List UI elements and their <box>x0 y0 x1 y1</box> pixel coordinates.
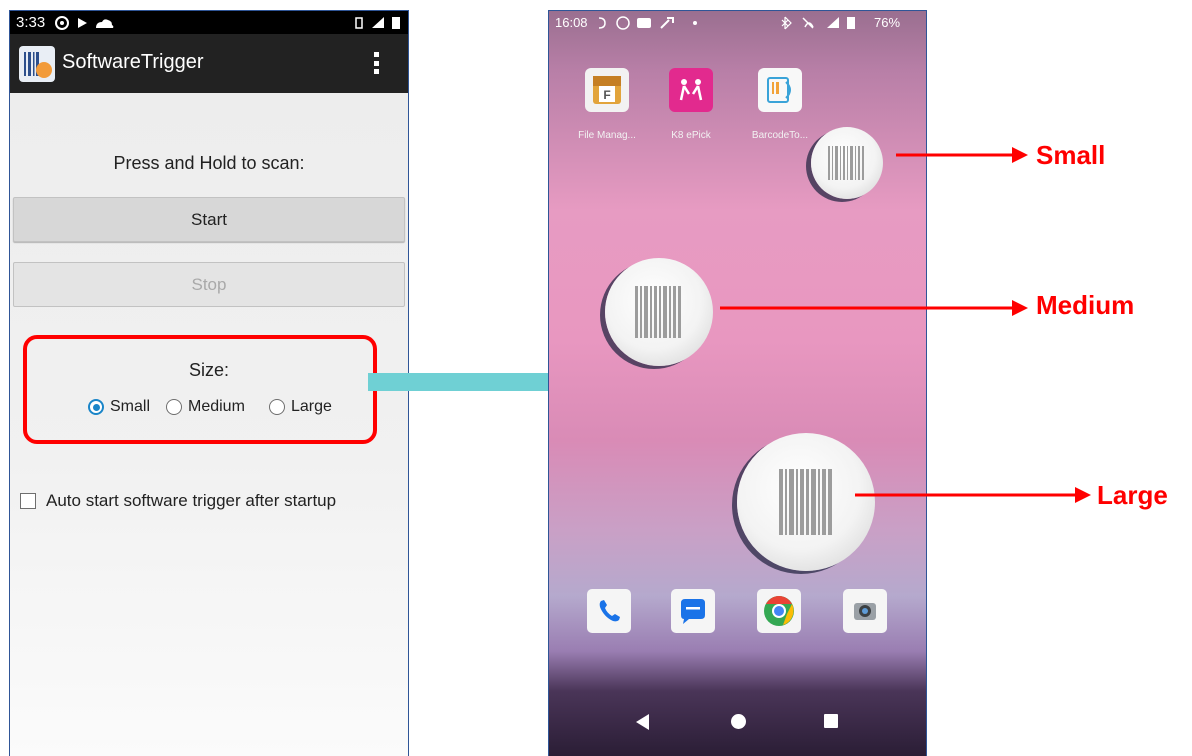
label-large: Large <box>1097 480 1168 510</box>
recents-icon[interactable] <box>824 714 838 728</box>
auto-start-checkbox[interactable] <box>20 493 36 509</box>
status-time: 16:08 <box>555 15 588 30</box>
status-notification-icons <box>55 16 114 30</box>
svg-text:F: F <box>603 88 610 102</box>
arrow-large <box>855 487 1091 503</box>
status-bar: 16:08 76% <box>549 11 926 37</box>
status-time: 3:33 <box>16 14 46 31</box>
arrow-medium <box>720 300 1028 316</box>
messages-icon[interactable] <box>671 589 715 633</box>
k8-epick-icon[interactable] <box>669 68 713 112</box>
back-icon[interactable] <box>635 713 651 731</box>
size-highlight-box <box>23 335 377 444</box>
start-button[interactable]: Start <box>13 197 405 242</box>
label-medium: Medium <box>1036 290 1135 320</box>
barcode-to-pc-icon[interactable] <box>758 68 802 112</box>
overflow-menu-icon[interactable] <box>374 52 380 78</box>
trigger-button-small[interactable] <box>811 127 883 199</box>
arrow-small <box>896 147 1028 163</box>
app-label-barcode-to-pc: BarcodeTo... <box>751 130 809 141</box>
app-label-k8-epick: K8 ePick <box>671 130 711 141</box>
scan-instruction: Press and Hold to scan: <box>113 153 305 173</box>
app-label-file-manager: File Manag... <box>578 130 636 141</box>
phone-icon[interactable] <box>587 589 631 633</box>
status-bar: 3:33 <box>10 11 408 34</box>
status-notification-icons <box>598 16 697 30</box>
pointer-arrow <box>368 362 566 402</box>
home-screen-phone: 16:08 76% F File Manag... K8 ePick Barco… <box>548 10 927 756</box>
stop-button[interactable]: Stop <box>13 262 405 307</box>
label-small: Small <box>1036 140 1106 170</box>
home-icon[interactable] <box>731 714 746 729</box>
auto-start-label[interactable]: Auto start software trigger after startu… <box>46 491 336 511</box>
status-system-icons <box>781 16 855 30</box>
app-title: SoftwareTrigger <box>62 51 204 73</box>
software-trigger-app-icon <box>19 46 55 82</box>
battery-level: 76% <box>874 15 901 30</box>
chrome-icon[interactable] <box>757 589 801 633</box>
status-system-icons <box>355 17 400 29</box>
app-bar: SoftwareTrigger <box>10 34 408 93</box>
trigger-button-medium[interactable] <box>605 258 713 366</box>
file-manager-icon[interactable]: F <box>585 68 629 112</box>
camera-icon[interactable] <box>843 589 887 633</box>
